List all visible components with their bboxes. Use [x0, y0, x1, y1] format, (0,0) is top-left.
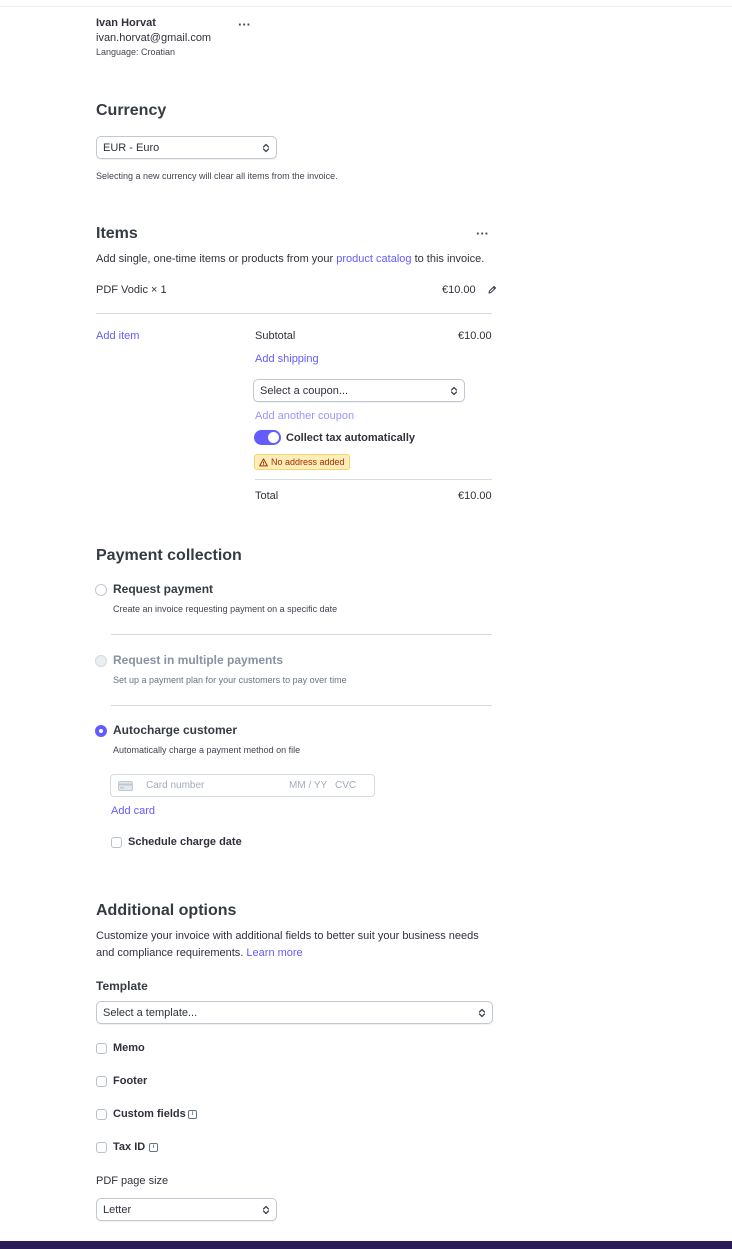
collect-tax-label: Collect tax automatically	[286, 432, 415, 444]
items-divider	[96, 313, 492, 314]
multiple-payments-title[interactable]: Request in multiple payments	[113, 653, 283, 667]
total-value: €10.00	[458, 490, 492, 502]
coupon-select-value: Select a coupon...	[260, 384, 349, 397]
items-description-prefix: Add single, one-time items or products f…	[96, 253, 334, 265]
items-heading: Items	[96, 225, 138, 242]
currency-select-value: EUR - Euro	[103, 141, 160, 154]
custom-fields-label[interactable]: Custom fields	[113, 1108, 186, 1120]
toggle-knob	[268, 432, 279, 443]
autocharge-radio[interactable]	[95, 725, 107, 737]
autocharge-description: Automatically charge a payment method on…	[113, 745, 301, 755]
line-item-name[interactable]: PDF Vodic × 1	[96, 284, 167, 296]
tax-id-info-icon[interactable]: i	[149, 1143, 158, 1152]
items-description-suffix: to this invoice.	[414, 253, 485, 265]
memo-label[interactable]: Memo	[113, 1042, 145, 1054]
payment-divider-2	[111, 705, 492, 706]
schedule-charge-label[interactable]: Schedule charge date	[128, 836, 242, 848]
request-payment-radio[interactable]	[95, 584, 107, 596]
collect-tax-toggle[interactable]	[254, 430, 281, 445]
cvc-placeholder: CVC	[335, 780, 357, 791]
custom-fields-info-icon[interactable]: i	[188, 1110, 197, 1119]
subtotal-label: Subtotal	[255, 330, 296, 342]
pdf-page-size-value: Letter	[103, 1203, 132, 1216]
bottom-bar	[0, 1241, 732, 1249]
request-payment-title[interactable]: Request payment	[113, 582, 213, 596]
add-another-coupon-button[interactable]: Add another coupon	[255, 410, 354, 422]
custom-fields-checkbox[interactable]	[96, 1109, 107, 1120]
footer-checkbox[interactable]	[96, 1076, 107, 1087]
tax-id-checkbox[interactable]	[96, 1142, 107, 1153]
template-select[interactable]: Select a template...	[96, 1001, 493, 1024]
total-divider	[255, 479, 492, 480]
chevron-up-down-icon	[262, 143, 270, 152]
chevron-up-down-icon	[450, 386, 458, 395]
multiple-payments-description: Set up a payment plan for your customers…	[113, 675, 347, 685]
add-shipping-button[interactable]: Add shipping	[255, 353, 319, 365]
add-card-button[interactable]: Add card	[111, 805, 155, 817]
payment-collection-heading: Payment collection	[96, 547, 242, 564]
currency-select[interactable]: EUR - Euro	[96, 136, 277, 159]
items-description: Add single, one-time items or products f…	[96, 253, 484, 265]
card-input-field[interactable]: Card number MM / YY CVC	[110, 774, 375, 797]
learn-more-link[interactable]: Learn more	[246, 947, 302, 959]
customer-more-menu-button[interactable]: ···	[238, 18, 251, 31]
customer-email: ivan.horvat@gmail.com	[96, 32, 212, 44]
currency-hint: Selecting a new currency will clear all …	[96, 171, 338, 181]
credit-card-icon	[118, 781, 133, 791]
customer-language: Language: Croatian	[96, 47, 176, 57]
currency-heading: Currency	[96, 102, 167, 119]
memo-checkbox[interactable]	[96, 1043, 107, 1054]
add-item-button[interactable]: Add item	[96, 330, 139, 342]
request-payment-description: Create an invoice requesting payment on …	[113, 604, 338, 614]
autocharge-title[interactable]: Autocharge customer	[113, 723, 237, 737]
chevron-up-down-icon	[478, 1008, 486, 1017]
top-divider	[0, 6, 732, 7]
footer-label[interactable]: Footer	[113, 1075, 147, 1087]
tax-id-label[interactable]: Tax ID	[113, 1141, 145, 1153]
schedule-charge-checkbox[interactable]	[111, 837, 122, 848]
subtotal-value: €10.00	[458, 330, 492, 342]
pdf-page-size-label: PDF page size	[96, 1175, 169, 1187]
total-label: Total	[255, 490, 279, 502]
no-address-badge: No address added	[254, 454, 350, 470]
template-label: Template	[96, 979, 148, 993]
items-more-menu-button[interactable]: ···	[476, 227, 489, 240]
additional-options-heading: Additional options	[96, 902, 237, 919]
pdf-page-size-select[interactable]: Letter	[96, 1198, 277, 1221]
product-catalog-link[interactable]: product catalog	[336, 253, 411, 265]
chevron-up-down-icon	[262, 1205, 270, 1214]
payment-divider-1	[111, 634, 492, 635]
multiple-payments-radio[interactable]	[95, 655, 107, 667]
coupon-select[interactable]: Select a coupon...	[253, 379, 465, 402]
warning-icon	[259, 457, 268, 466]
edit-pencil-icon[interactable]	[487, 285, 497, 295]
additional-description-text: and compliance requirements.	[96, 947, 244, 959]
expiry-placeholder: MM / YY	[289, 780, 328, 791]
additional-description-line-2: and compliance requirements. Learn more	[96, 947, 303, 959]
additional-description-line-1: Customize your invoice with additional f…	[96, 930, 479, 942]
customer-name: Ivan Horvat	[96, 17, 156, 29]
line-item-amount: €10.00	[442, 284, 476, 296]
no-address-badge-text: No address added	[271, 457, 345, 467]
card-number-placeholder: Card number	[146, 780, 205, 791]
template-select-value: Select a template...	[103, 1006, 198, 1019]
